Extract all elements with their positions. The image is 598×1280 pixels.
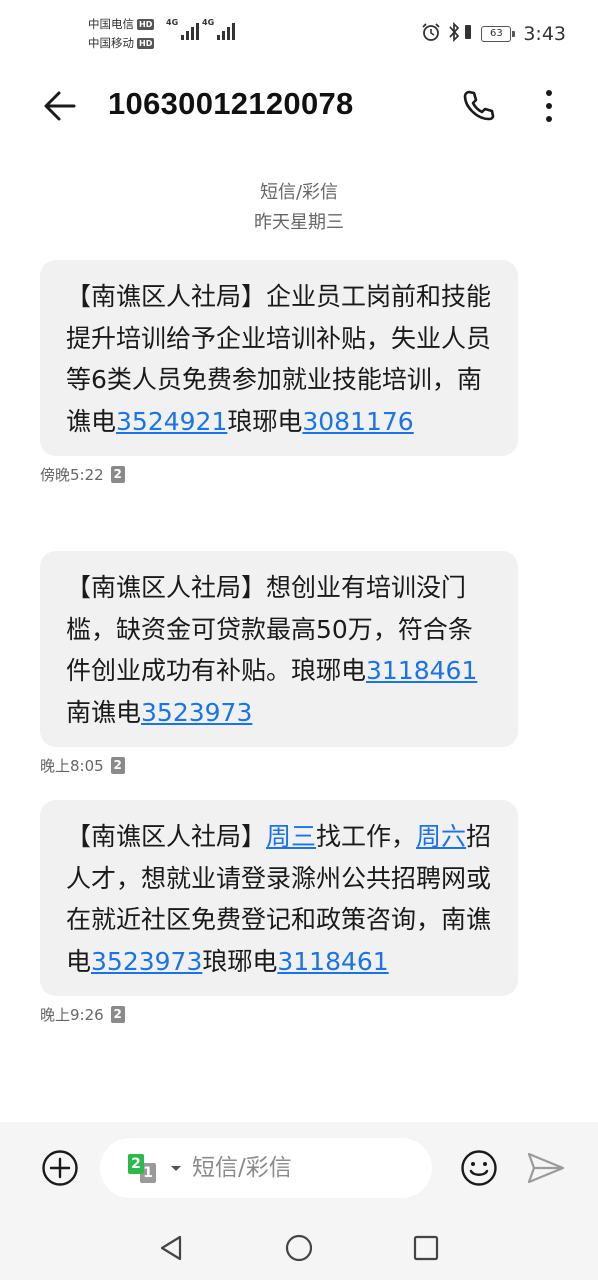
message-time: 晚上9:26 [40, 1005, 104, 1024]
carrier-2: 中国移动 [88, 36, 134, 50]
hd-badge-2: HD [137, 38, 155, 49]
message-item: 【南谯区人社局】想创业有培训没门槛，缺资金可贷款最高50万，符合条件创业成功有补… [40, 551, 518, 775]
sim-badge: 2 [110, 1005, 125, 1023]
chevron-down-icon [171, 1166, 181, 1171]
message-time: 傍晚5:22 [40, 465, 104, 484]
more-options-button[interactable] [527, 84, 571, 128]
message-link[interactable]: 3118461 [366, 656, 477, 685]
conversation-header: 10630012120078 [0, 70, 598, 140]
bluetooth-icon [447, 21, 461, 46]
message-bubble[interactable]: 【南谯区人社局】想创业有培训没门槛，缺资金可贷款最高50万，符合条件创业成功有补… [40, 551, 518, 747]
add-attachment-button[interactable] [38, 1146, 82, 1190]
message-link[interactable]: 3524921 [116, 407, 227, 436]
message-link[interactable]: 3081176 [302, 407, 413, 436]
call-button[interactable] [456, 84, 500, 128]
square-recents-icon [413, 1235, 439, 1261]
message-text: 琅琊电 [202, 946, 278, 976]
date-label: 昨天星期三 [254, 212, 344, 233]
send-icon [527, 1152, 565, 1184]
carrier-info: 中国电信 HD 中国移动 HD [88, 15, 155, 53]
message-item: 【南谯区人社局】企业员工岗前和技能提升培训给予企业培训补贴，失业人员等6类人员免… [40, 260, 518, 484]
sim-primary-badge: 2 [128, 1154, 144, 1174]
message-bubble[interactable]: 【南谯区人社局】周三找工作，周六招人才，想就业请登录滁州公共招聘网或在就近社区免… [40, 800, 518, 996]
sim-badge: 2 [110, 465, 125, 483]
message-time: 晚上8:05 [40, 756, 104, 775]
message-text: 【南谯区人社局】 [66, 822, 267, 851]
signal-1-label: 4G [166, 18, 179, 27]
thread-meta: 短信/彩信 昨天星期三 [0, 178, 598, 238]
system-navigation-bar [0, 1214, 598, 1280]
sim-badge: 2 [110, 756, 125, 774]
vibrate-icon [463, 22, 473, 46]
messaging-screen: 中国电信 HD 中国移动 HD 4G 4G 63 3:43 1063001212… [0, 0, 598, 1280]
sim-selector[interactable]: 1 2 [126, 1153, 182, 1185]
message-meta: 晚上9:26 2 [40, 1004, 518, 1024]
nav-home-button[interactable] [277, 1226, 321, 1270]
channel-label: 短信/彩信 [259, 182, 339, 203]
send-button[interactable] [524, 1146, 568, 1190]
message-input-container: 1 2 [100, 1138, 432, 1198]
emoji-button[interactable] [457, 1146, 501, 1190]
alarm-icon [421, 22, 441, 46]
signal-1-icon: 4G [166, 18, 200, 40]
composer-bar: 1 2 [0, 1122, 598, 1214]
nav-back-button[interactable] [149, 1226, 193, 1270]
message-meta: 晚上8:05 2 [40, 755, 518, 775]
hd-badge-1: HD [137, 19, 155, 30]
message-item: 【南谯区人社局】周三找工作，周六招人才，想就业请登录滁州公共招聘网或在就近社区免… [40, 800, 518, 1024]
back-button[interactable] [38, 84, 82, 128]
signal-2-label: 4G [202, 18, 215, 27]
message-text: 找工作， [316, 822, 417, 851]
carrier-1: 中国电信 [88, 17, 134, 31]
more-vertical-icon [546, 90, 552, 122]
clock: 3:43 [523, 23, 566, 45]
message-link[interactable]: 周三 [266, 822, 316, 851]
message-bubble[interactable]: 【南谯区人社局】企业员工岗前和技能提升培训给予企业培训补贴，失业人员等6类人员免… [40, 260, 518, 456]
status-right: 63 3:43 [421, 21, 566, 46]
circle-home-icon [285, 1234, 313, 1262]
back-arrow-icon [44, 91, 76, 121]
message-input[interactable] [192, 1148, 422, 1188]
message-meta: 傍晚5:22 2 [40, 464, 518, 484]
phone-icon [463, 90, 495, 121]
message-link[interactable]: 3523973 [141, 698, 252, 727]
triangle-back-icon [160, 1235, 182, 1261]
page-title: 10630012120078 [108, 86, 354, 121]
emoji-icon [461, 1150, 497, 1186]
message-text: 南谯电 [66, 697, 142, 727]
message-link[interactable]: 3523973 [91, 947, 202, 976]
status-bar: 中国电信 HD 中国移动 HD 4G 4G 63 3:43 [0, 0, 598, 64]
message-link[interactable]: 周六 [416, 822, 466, 851]
message-link[interactable]: 3118461 [277, 947, 388, 976]
add-circle-icon [42, 1150, 78, 1186]
battery-icon: 63 [481, 26, 516, 42]
message-text: 琅琊电 [227, 406, 303, 436]
nav-recents-button[interactable] [404, 1226, 448, 1270]
signal-2-icon: 4G [202, 18, 236, 40]
